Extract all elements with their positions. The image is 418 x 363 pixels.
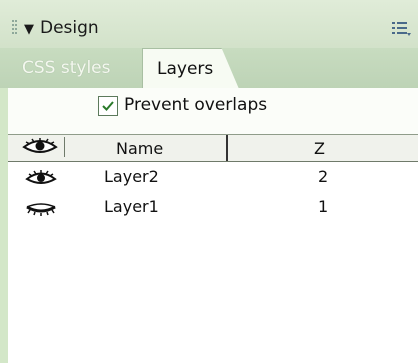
tab-strip: CSS styles Layers	[0, 48, 418, 89]
name-column-header[interactable]: Name	[64, 135, 228, 161]
eye-closed-icon[interactable]	[24, 199, 58, 217]
table-header: Name Z	[8, 135, 418, 162]
drag-grip-icon[interactable]	[12, 20, 18, 38]
name-header-label: Name	[116, 139, 164, 158]
panel-title[interactable]: Design	[40, 18, 99, 38]
prevent-overlaps-checkbox[interactable]	[98, 96, 118, 116]
prevent-overlaps-label: Prevent overlaps	[124, 95, 268, 115]
table-row[interactable]: Layer2 2	[8, 163, 418, 191]
z-header-label: Z	[314, 139, 325, 158]
layers-table: Name Z Layer2 2 Layer1 1	[8, 134, 418, 363]
visibility-column-header[interactable]	[12, 137, 65, 157]
layer-name[interactable]: Layer2	[104, 167, 159, 186]
panel-options-icon[interactable]	[392, 20, 412, 38]
checkmark-icon	[102, 101, 114, 111]
layer-name[interactable]: Layer1	[104, 197, 159, 216]
layer-z-index[interactable]: 2	[318, 167, 328, 186]
layer-z-index[interactable]: 1	[318, 197, 328, 216]
design-panel: ▼ Design CSS styles Layers Prevent overl…	[0, 0, 418, 363]
eye-icon	[22, 138, 58, 153]
tab-layers[interactable]: Layers	[142, 48, 239, 89]
layers-content: Prevent overlaps Name Z Layer2 2 Layer1 …	[8, 88, 418, 363]
tab-css-styles[interactable]: CSS styles	[22, 58, 110, 78]
collapse-arrow-icon[interactable]: ▼	[24, 22, 34, 37]
table-row[interactable]: Layer1 1	[8, 193, 418, 221]
eye-open-icon[interactable]	[24, 169, 58, 187]
tab-layers-label: Layers	[157, 59, 214, 79]
